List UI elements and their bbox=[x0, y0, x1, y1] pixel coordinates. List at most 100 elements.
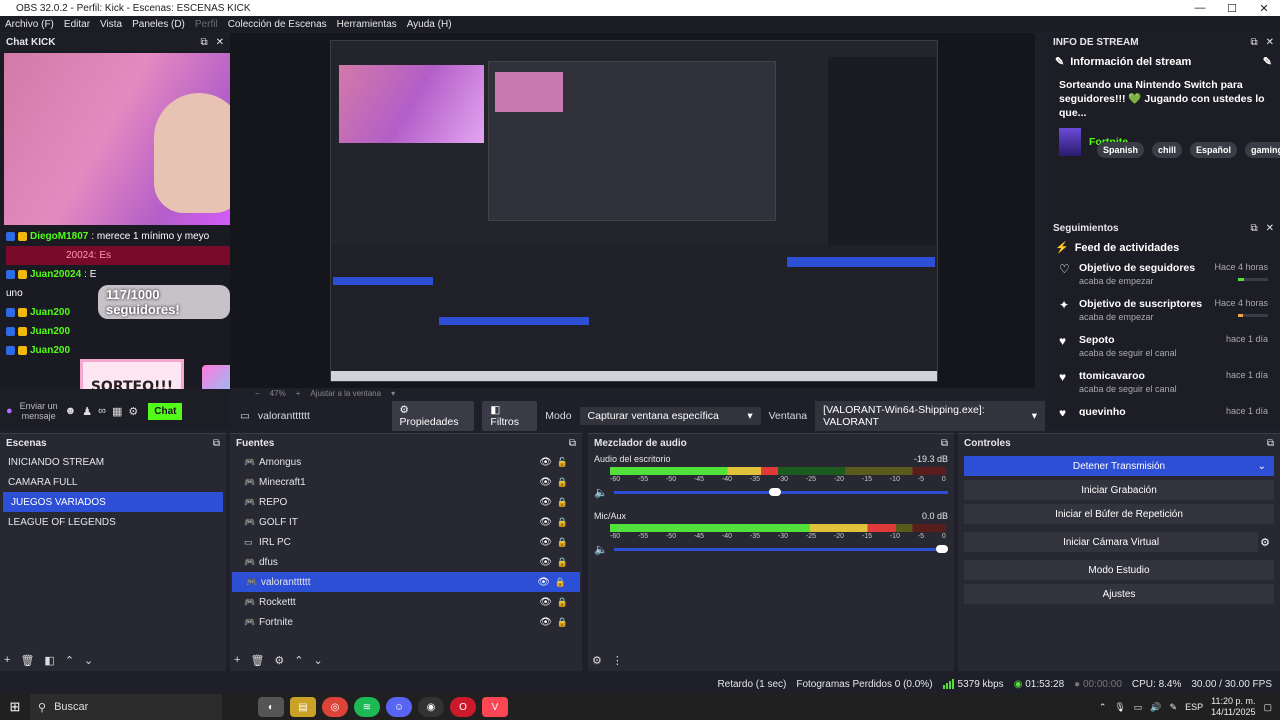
eye-icon[interactable]: 👁 bbox=[539, 517, 552, 528]
mic-icon[interactable]: ● bbox=[6, 405, 13, 417]
close-icon[interactable]: ✕ bbox=[216, 37, 224, 48]
chat-username[interactable]: Juan200 bbox=[30, 307, 70, 318]
volume-knob[interactable] bbox=[936, 545, 948, 553]
menu-herramientas[interactable]: Herramientas bbox=[332, 19, 402, 30]
chevron-down-icon[interactable]: ⌄ bbox=[1258, 461, 1266, 472]
app-icon[interactable]: ◐ bbox=[258, 697, 284, 717]
chat-username[interactable]: Juan200 bbox=[30, 345, 70, 356]
menu-coleccion-escenas[interactable]: Colección de Escenas bbox=[223, 19, 332, 30]
start-recording-button[interactable]: Iniciar Grabación bbox=[964, 480, 1274, 500]
discord-icon[interactable]: ☺ bbox=[386, 697, 412, 717]
eye-icon[interactable]: 👁 bbox=[539, 457, 552, 468]
volume-slider[interactable] bbox=[613, 488, 948, 496]
source-item[interactable]: 🎮 Minecraft1 👁 🔒 bbox=[230, 472, 582, 492]
zoom-out-icon[interactable]: − bbox=[255, 389, 260, 398]
gear-icon[interactable]: ⚙ bbox=[1260, 536, 1270, 549]
unlock-icon[interactable]: 🔓 bbox=[557, 457, 568, 468]
emoji-icon[interactable]: ☻ bbox=[65, 405, 77, 417]
menu-paneles[interactable]: Paneles (D) bbox=[127, 19, 190, 30]
chevron-up-icon[interactable]: ⌃ bbox=[294, 654, 303, 667]
scene-item[interactable]: INICIANDO STREAM bbox=[0, 452, 226, 472]
volume-knob[interactable] bbox=[768, 488, 781, 496]
pen-icon[interactable]: ✎ bbox=[1170, 702, 1178, 713]
chat-username[interactable]: DiegoM1807 bbox=[30, 231, 88, 242]
source-item[interactable]: 🎮 Fortnite 👁 🔒 bbox=[230, 612, 582, 632]
properties-button[interactable]: ⚙ Propiedades bbox=[391, 401, 475, 431]
obs-icon[interactable]: ◉ bbox=[418, 697, 444, 717]
edit-icon[interactable]: ✎ bbox=[1263, 55, 1272, 68]
menu-vista[interactable]: Vista bbox=[95, 19, 127, 30]
eye-icon[interactable]: 👁 bbox=[539, 537, 552, 548]
float-icon[interactable]: ⧉ bbox=[569, 438, 576, 449]
speaker-icon[interactable]: 🔈 bbox=[594, 486, 608, 499]
maximize-icon[interactable]: ☐ bbox=[1216, 2, 1248, 15]
menu-editar[interactable]: Editar bbox=[59, 19, 95, 30]
chevron-up-icon[interactable]: ⌃ bbox=[1099, 702, 1107, 713]
menu-perfil[interactable]: Perfil bbox=[190, 19, 223, 30]
lock-icon[interactable]: 🔒 bbox=[557, 537, 568, 548]
chrome-icon[interactable]: ◎ bbox=[322, 697, 348, 717]
chevron-up-icon[interactable]: ⌃ bbox=[65, 654, 74, 667]
eye-icon[interactable]: 👁 bbox=[539, 617, 552, 628]
chevron-down-icon[interactable]: ⌄ bbox=[84, 654, 93, 667]
scene-item[interactable]: LEAGUE OF LEGENDS bbox=[0, 512, 226, 532]
float-icon[interactable]: ⧉ bbox=[1267, 438, 1274, 449]
float-icon[interactable]: ⧉ bbox=[213, 438, 220, 449]
chevron-down-icon[interactable]: ⌄ bbox=[314, 654, 323, 667]
notification-icon[interactable]: ▢ bbox=[1263, 702, 1272, 713]
stop-streaming-button[interactable]: Detener Transmisión ⌄ bbox=[964, 456, 1274, 476]
virtual-camera-button[interactable]: Iniciar Cámara Virtual bbox=[964, 532, 1259, 552]
chat-input[interactable]: Enviar un mensaje bbox=[19, 401, 59, 421]
trash-icon[interactable]: 🗑 bbox=[250, 654, 264, 667]
lock-icon[interactable]: 🔒 bbox=[557, 477, 568, 488]
trash-icon[interactable]: 🗑 bbox=[20, 654, 34, 667]
mode-select[interactable]: Capturar ventana específica ▾ bbox=[579, 407, 761, 425]
menu-archivo[interactable]: Archivo (F) bbox=[0, 19, 59, 30]
source-item[interactable]: ▭ IRL PC 👁 🔒 bbox=[230, 532, 582, 552]
windows-start-icon[interactable]: ⊞ bbox=[0, 699, 30, 715]
eye-icon[interactable]: 👁 bbox=[539, 557, 552, 568]
link-icon[interactable]: ∞ bbox=[98, 405, 106, 417]
minimize-icon[interactable]: — bbox=[1184, 2, 1216, 15]
source-item[interactable]: 🎮 REPO 👁 🔒 bbox=[230, 492, 582, 512]
lock-icon[interactable]: 🔒 bbox=[557, 517, 568, 528]
lock-icon[interactable]: 🔒 bbox=[555, 577, 566, 588]
lock-icon[interactable]: 🔒 bbox=[557, 597, 568, 608]
chat-username[interactable]: Juan20024 bbox=[30, 269, 81, 280]
preview-canvas[interactable] bbox=[330, 40, 938, 382]
gear-icon[interactable]: ⚙ bbox=[592, 654, 602, 667]
taskbar-search[interactable]: ⚲ Buscar bbox=[30, 694, 222, 720]
file-explorer-icon[interactable]: ▤ bbox=[290, 697, 316, 717]
users-icon[interactable]: ♟ bbox=[82, 405, 92, 418]
lock-icon[interactable]: 🔒 bbox=[557, 557, 568, 568]
taskbar-clock[interactable]: 11:20 p. m. 14/11/2025 bbox=[1211, 696, 1255, 718]
chat-send-button[interactable]: Chat bbox=[148, 402, 183, 420]
language-indicator[interactable]: ESP bbox=[1185, 702, 1203, 712]
chevron-down-icon[interactable]: ▾ bbox=[391, 389, 395, 398]
valorant-icon[interactable]: V bbox=[482, 697, 508, 717]
more-icon[interactable]: ⋮ bbox=[612, 654, 623, 667]
gear-icon[interactable]: ⚙ bbox=[128, 405, 138, 418]
volume-slider[interactable] bbox=[613, 545, 948, 553]
add-icon[interactable]: + bbox=[4, 654, 10, 667]
program-preview[interactable] bbox=[230, 33, 1035, 388]
network-icon[interactable]: ▭ bbox=[1134, 702, 1143, 713]
zoom-in-icon[interactable]: + bbox=[296, 389, 301, 398]
settings-button[interactable]: Ajustes bbox=[964, 584, 1274, 604]
eye-icon[interactable]: 👁 bbox=[539, 597, 552, 608]
filter-icon[interactable]: ◧ bbox=[44, 654, 54, 667]
replay-buffer-button[interactable]: Iniciar el Búfer de Repetición bbox=[964, 504, 1274, 524]
eye-icon[interactable]: 👁 bbox=[537, 577, 550, 588]
eye-icon[interactable]: 👁 bbox=[539, 497, 552, 508]
float-icon[interactable]: ⧉ bbox=[200, 37, 207, 48]
scene-item-selected[interactable]: JUEGOS VARIADOS bbox=[3, 492, 223, 512]
opera-icon[interactable]: O bbox=[450, 697, 476, 717]
float-icon[interactable]: ⧉ bbox=[1250, 37, 1257, 48]
float-icon[interactable]: ⧉ bbox=[1250, 223, 1257, 234]
chat-username[interactable]: Juan200 bbox=[30, 326, 70, 337]
float-icon[interactable]: ⧉ bbox=[941, 438, 948, 449]
close-icon[interactable]: ✕ bbox=[1266, 37, 1274, 48]
store-icon[interactable]: ▦ bbox=[112, 405, 122, 418]
add-icon[interactable]: + bbox=[234, 654, 240, 667]
source-item[interactable]: 🎮 dfus 👁 🔒 bbox=[230, 552, 582, 572]
